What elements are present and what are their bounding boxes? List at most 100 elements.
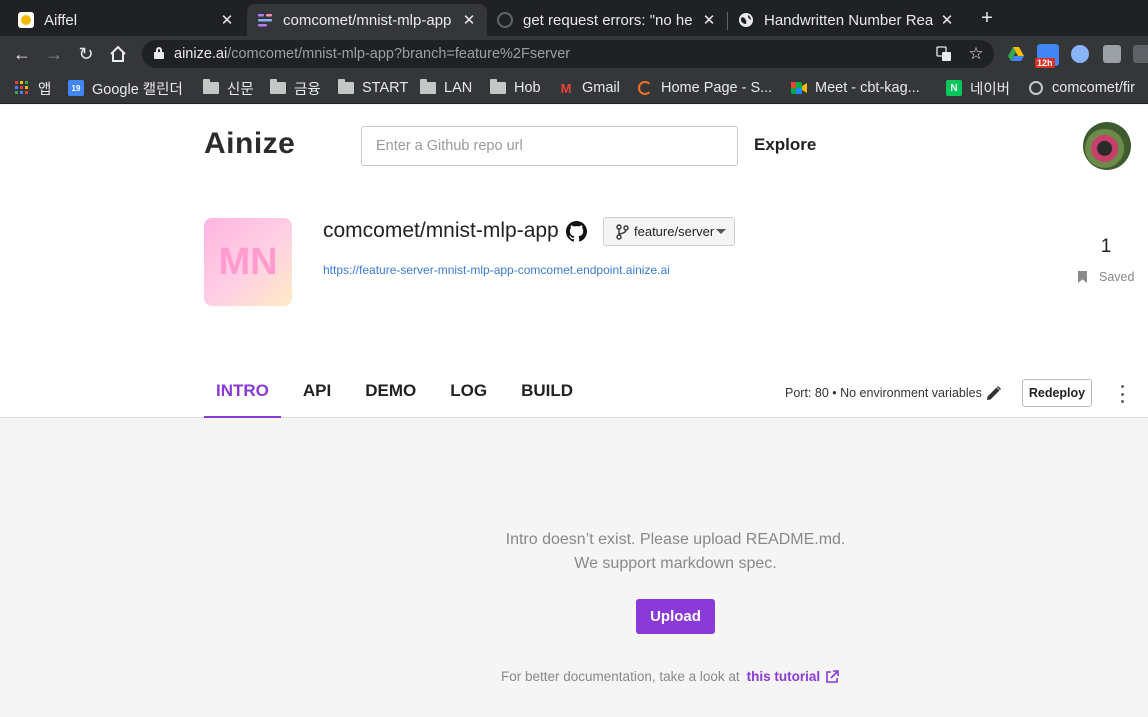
bookmark-label: Meet - cbt-kag...: [815, 80, 920, 96]
intro-message: Intro doesn’t exist. Please upload READM…: [0, 528, 1148, 576]
browser-tab-ainize[interactable]: comcomet/mnist-mlp-app ✕: [247, 4, 487, 36]
browser-tab-handwritten[interactable]: Handwritten Number Rea ✕: [728, 4, 965, 36]
close-tab-icon[interactable]: ✕: [461, 11, 477, 29]
bookmark-folder-hob[interactable]: Hob: [490, 78, 541, 98]
tab-intro[interactable]: INTRO: [204, 381, 281, 418]
bookmark-label: START: [362, 80, 409, 96]
translate-icon[interactable]: [936, 46, 952, 62]
address-bar[interactable]: ainize.ai/comcomet/mnist-mlp-app?branch=…: [142, 40, 994, 68]
bookmark-google-calendar[interactable]: 19 Google 캘린더: [68, 78, 183, 98]
browser-tab-aiffel[interactable]: Aiffel ✕: [8, 4, 245, 36]
bookmark-label: Home Page - S...: [661, 80, 773, 96]
user-avatar[interactable]: [1083, 122, 1131, 170]
folder-icon: [338, 79, 354, 96]
calendar-extension-icon[interactable]: 12h: [1035, 44, 1059, 68]
aiffel-favicon-icon: [18, 12, 34, 28]
branch-name: feature/server: [634, 224, 715, 239]
bookmark-label: 금융: [294, 81, 321, 98]
tutorial-hint: For better documentation, take a look at…: [501, 669, 839, 684]
bookmark-label: Google 캘린더: [92, 81, 183, 98]
upload-button[interactable]: Upload: [636, 599, 715, 634]
endpoint-link[interactable]: https://feature-server-mnist-mlp-app-com…: [323, 263, 670, 277]
calendar-icon: 19: [68, 80, 84, 96]
intro-line-1: Intro doesn’t exist. Please upload READM…: [505, 531, 846, 548]
saved-count: 1: [1100, 236, 1112, 257]
meet-icon: [791, 80, 807, 96]
close-tab-icon[interactable]: ✕: [701, 11, 717, 29]
tab-demo[interactable]: DEMO: [353, 381, 428, 418]
bookmark-folder-news[interactable]: 신문: [203, 78, 254, 98]
folder-icon: [270, 79, 286, 96]
bookmark-home-page[interactable]: Home Page - S...: [637, 78, 772, 98]
forward-arrow-icon[interactable]: →: [43, 43, 65, 65]
drop-extension-icon[interactable]: [1071, 45, 1089, 63]
tutorial-prefix: For better documentation, take a look at: [501, 669, 740, 684]
tab-log[interactable]: LOG: [438, 381, 499, 418]
new-tab-button[interactable]: +: [976, 7, 998, 29]
lock-icon: [154, 47, 164, 59]
app-name: comcomet/mnist-mlp-app: [323, 219, 559, 242]
bookmark-folder-lan[interactable]: LAN: [420, 78, 472, 98]
bookmark-naver[interactable]: N 네이버: [946, 78, 1010, 98]
tab-title: get request errors: "no he: [523, 11, 693, 29]
bookmark-label: comcomet/fir: [1052, 80, 1135, 96]
url-text: ainize.ai/comcomet/mnist-mlp-app?branch=…: [174, 46, 571, 62]
bookmark-label: LAN: [444, 80, 473, 96]
bookmark-folder-start[interactable]: START: [338, 78, 408, 98]
bookmark-gmail[interactable]: M Gmail: [558, 78, 620, 98]
bookmark-label: 신문: [227, 81, 254, 98]
edit-pencil-icon[interactable]: [985, 385, 1002, 402]
apps-grid-icon: [14, 80, 30, 96]
gmail-icon: M: [560, 80, 572, 96]
app-tabs: INTRO API DEMO LOG BUILD: [204, 381, 595, 418]
browser-tab-github[interactable]: get request errors: "no he ✕: [487, 4, 727, 36]
folder-icon: [420, 79, 436, 96]
camera-icon[interactable]: [1103, 45, 1121, 63]
google-drive-icon[interactable]: [1007, 45, 1025, 63]
explore-link[interactable]: Explore: [754, 135, 816, 155]
tab-build[interactable]: BUILD: [509, 381, 585, 418]
bookmark-folder-finance[interactable]: 금융: [270, 78, 321, 98]
tab-title: Aiffel: [44, 11, 78, 29]
intro-line-2: We support markdown spec.: [574, 555, 777, 572]
github-favicon-icon: [497, 12, 513, 28]
tutorial-link[interactable]: this tutorial: [747, 669, 821, 684]
folder-icon: [203, 79, 219, 96]
bookmark-apps[interactable]: 앱: [14, 78, 51, 98]
tab-api[interactable]: API: [291, 381, 343, 418]
star-bookmark-icon[interactable]: ☆: [968, 45, 984, 62]
bookmarks-bar: 앱 19 Google 캘린더 신문 금융 START LAN Hob M Gm…: [0, 72, 1148, 104]
bookmark-meet[interactable]: Meet - cbt-kag...: [791, 78, 920, 98]
bookmark-label: Hob: [514, 80, 541, 96]
bookmark-label: 네이버: [970, 81, 1011, 98]
ainize-favicon-icon: [257, 12, 273, 28]
folder-icon: [490, 79, 506, 96]
intro-panel: Intro doesn’t exist. Please upload READM…: [0, 419, 1148, 717]
bookmark-icon: [1078, 271, 1087, 283]
github-icon[interactable]: [566, 221, 587, 242]
redeploy-button[interactable]: Redeploy: [1022, 379, 1092, 407]
home-icon[interactable]: [107, 43, 129, 65]
saved-button[interactable]: Saved: [1078, 270, 1134, 284]
reload-icon[interactable]: ↻: [75, 43, 97, 65]
chevron-down-icon: [716, 229, 726, 234]
bookmark-label: Gmail: [582, 80, 620, 96]
external-link-icon[interactable]: [825, 669, 839, 684]
back-arrow-icon[interactable]: ←: [11, 43, 33, 65]
browser-tab-strip: Aiffel ✕ comcomet/mnist-mlp-app ✕ get re…: [0, 0, 1148, 36]
git-branch-icon: [616, 223, 629, 240]
saved-label: Saved: [1099, 270, 1135, 284]
site-header: Ainize Explore: [0, 105, 1148, 186]
bookmark-github[interactable]: comcomet/fir: [1028, 78, 1135, 98]
repo-url-input[interactable]: [361, 126, 738, 166]
close-tab-icon[interactable]: ✕: [939, 11, 955, 29]
ainize-logo[interactable]: Ainize: [204, 127, 295, 161]
port-info: Port: 80 • No environment variables: [785, 386, 982, 400]
more-options-icon[interactable]: [1116, 385, 1128, 403]
branch-select[interactable]: feature/server: [603, 217, 735, 246]
close-tab-icon[interactable]: ✕: [219, 11, 235, 29]
github-icon: [1028, 80, 1044, 96]
calendar-badge: 12h: [1035, 58, 1055, 68]
extension-icon[interactable]: [1133, 45, 1148, 63]
globe-icon: [738, 12, 754, 28]
